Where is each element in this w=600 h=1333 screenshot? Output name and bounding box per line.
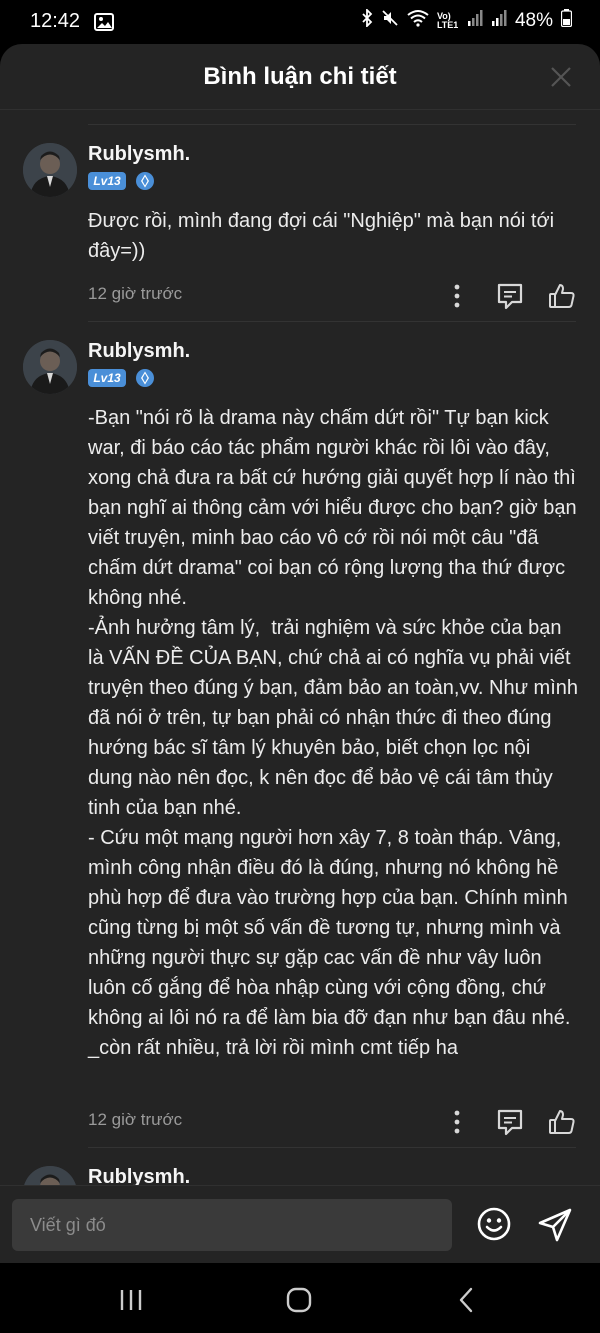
- gallery-notification-icon: [94, 13, 114, 36]
- system-navigation-bar: [0, 1263, 600, 1333]
- thumbs-up-icon[interactable]: [548, 282, 576, 310]
- back-icon[interactable]: [452, 1285, 482, 1315]
- avatar[interactable]: [23, 1166, 77, 1185]
- page-title: Bình luận chi tiết: [203, 63, 397, 90]
- status-bar: 12:42 Vo) LTE1 48%: [0, 0, 600, 44]
- divider: [88, 1147, 576, 1148]
- comment-time: 12 giờ trước: [88, 1110, 183, 1129]
- recent-apps-icon[interactable]: [116, 1285, 146, 1315]
- comment-username[interactable]: Rublysmh.: [88, 143, 190, 166]
- reply-comment-icon[interactable]: [496, 282, 524, 310]
- close-icon[interactable]: [550, 66, 572, 88]
- comment-detail-sheet: Bình luận chi tiết Rublysmh. Lv13 Được r…: [0, 44, 600, 1263]
- comment-input-bar: [0, 1185, 600, 1263]
- more-vertical-icon[interactable]: [443, 1108, 471, 1136]
- avatar[interactable]: [23, 340, 77, 394]
- status-time: 12:42: [30, 10, 81, 32]
- diamond-rank-icon: [135, 368, 155, 388]
- thumbs-up-icon[interactable]: [548, 1108, 576, 1136]
- more-vertical-icon[interactable]: [443, 282, 471, 310]
- emoji-icon[interactable]: [476, 1206, 512, 1242]
- network-type: Vo) LTE1: [436, 11, 459, 30]
- divider: [88, 321, 576, 322]
- comment-text: -Bạn "nói rõ là drama này chấm dứt rồi" …: [88, 407, 578, 1059]
- battery-icon: [560, 9, 573, 33]
- send-icon[interactable]: [536, 1206, 574, 1244]
- mute-icon: [381, 9, 399, 33]
- comment-text: Được rồi, mình đang đợi cái "Nghiệp" mà …: [88, 210, 560, 262]
- comment-list[interactable]: Rublysmh. Lv13 Được rồi, mình đang đợi c…: [0, 110, 600, 1185]
- signal-1-icon: [467, 9, 483, 33]
- wifi-icon: [407, 9, 429, 33]
- divider: [88, 124, 576, 125]
- avatar[interactable]: [23, 143, 77, 197]
- comment-username[interactable]: Rublysmh.: [88, 1166, 190, 1185]
- bluetooth-icon: [361, 7, 373, 33]
- home-icon[interactable]: [284, 1285, 314, 1315]
- comment-input[interactable]: [12, 1199, 452, 1251]
- comment-time: 12 giờ trước: [88, 284, 183, 303]
- diamond-rank-icon: [135, 171, 155, 191]
- reply-comment-icon[interactable]: [496, 1108, 524, 1136]
- signal-2-icon: [491, 9, 507, 33]
- level-badge: Lv13: [88, 369, 126, 387]
- comment-username[interactable]: Rublysmh.: [88, 340, 190, 363]
- sheet-header: Bình luận chi tiết: [0, 44, 600, 110]
- battery-level: 48%: [514, 10, 553, 31]
- status-right-group: Vo) LTE1 48%: [361, 7, 573, 33]
- level-badge: Lv13: [88, 172, 126, 190]
